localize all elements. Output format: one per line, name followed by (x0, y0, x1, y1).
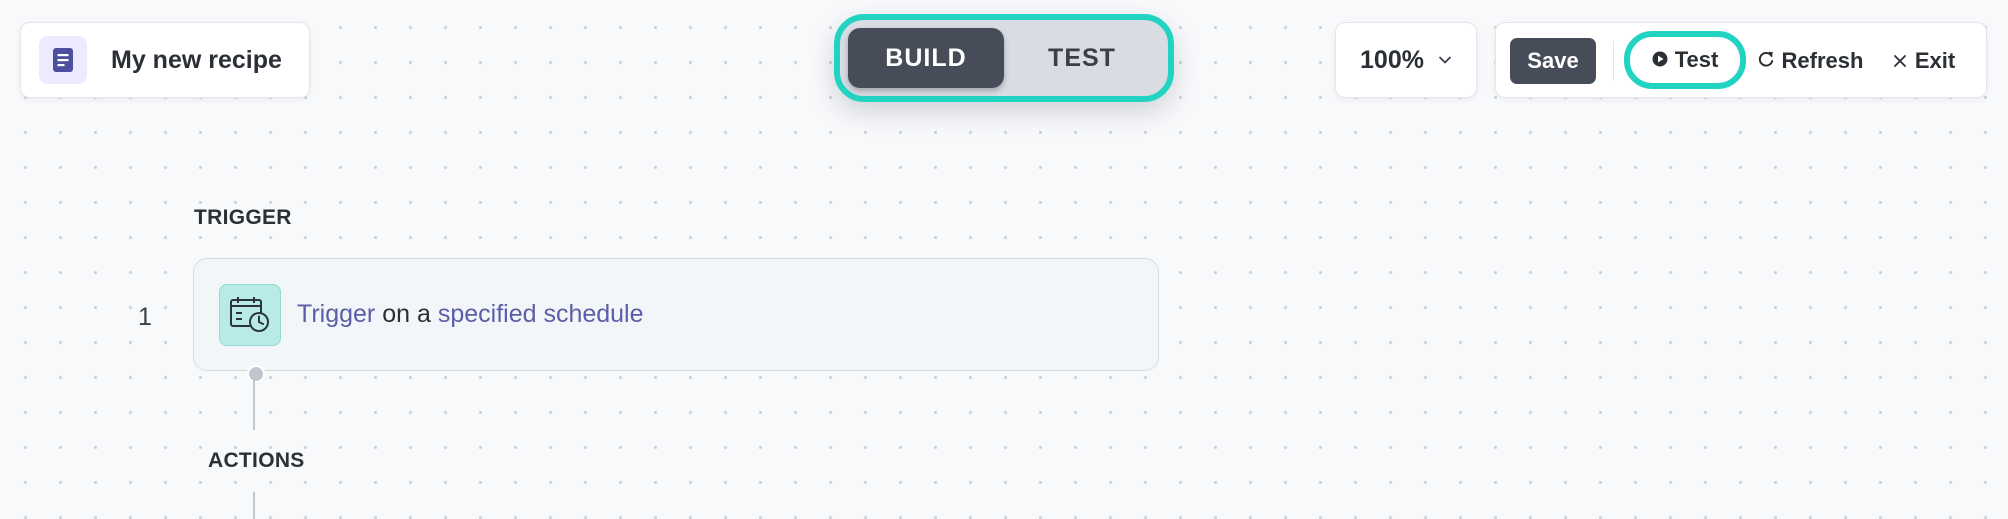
exit-button[interactable]: Exit (1879, 38, 1969, 84)
trigger-heading: TRIGGER (194, 206, 292, 229)
chevron-down-icon (1438, 53, 1452, 67)
refresh-icon (1757, 48, 1775, 74)
connector-line (253, 492, 255, 519)
mode-switch: BUILD TEST (834, 14, 1174, 102)
trigger-schedule-link[interactable]: specified schedule (438, 300, 644, 328)
trigger-verb-link[interactable]: Trigger (297, 300, 375, 328)
recipe-title-card[interactable]: My new recipe (20, 22, 310, 98)
trigger-step-card[interactable]: Trigger on a specified schedule (193, 258, 1159, 371)
play-icon (1652, 47, 1668, 73)
actions-heading: ACTIONS (208, 449, 305, 472)
refresh-button-label: Refresh (1781, 48, 1864, 73)
refresh-button[interactable]: Refresh (1750, 38, 1870, 84)
step-number: 1 (138, 303, 152, 331)
zoom-dropdown[interactable]: 100% (1335, 22, 1477, 98)
recipe-name[interactable]: My new recipe (111, 46, 282, 75)
connector-line (253, 378, 255, 430)
connector-dot (247, 365, 265, 383)
toolbar-divider (1613, 41, 1614, 81)
document-icon (39, 36, 87, 84)
recipe-toolbar: Save Test Refresh Exit (1495, 22, 1987, 98)
test-mode-button[interactable]: TEST (1004, 28, 1160, 88)
exit-button-label: Exit (1914, 48, 1956, 73)
trigger-connector-text: on a (375, 300, 438, 328)
test-button-label: Test (1674, 47, 1719, 72)
trigger-description: Trigger on a specified schedule (297, 300, 644, 329)
calendar-clock-icon (219, 283, 281, 346)
zoom-value: 100% (1360, 45, 1424, 74)
test-button[interactable]: Test (1624, 31, 1746, 89)
build-mode-button[interactable]: BUILD (848, 28, 1004, 88)
save-button[interactable]: Save (1510, 38, 1596, 84)
close-icon (1893, 48, 1907, 74)
